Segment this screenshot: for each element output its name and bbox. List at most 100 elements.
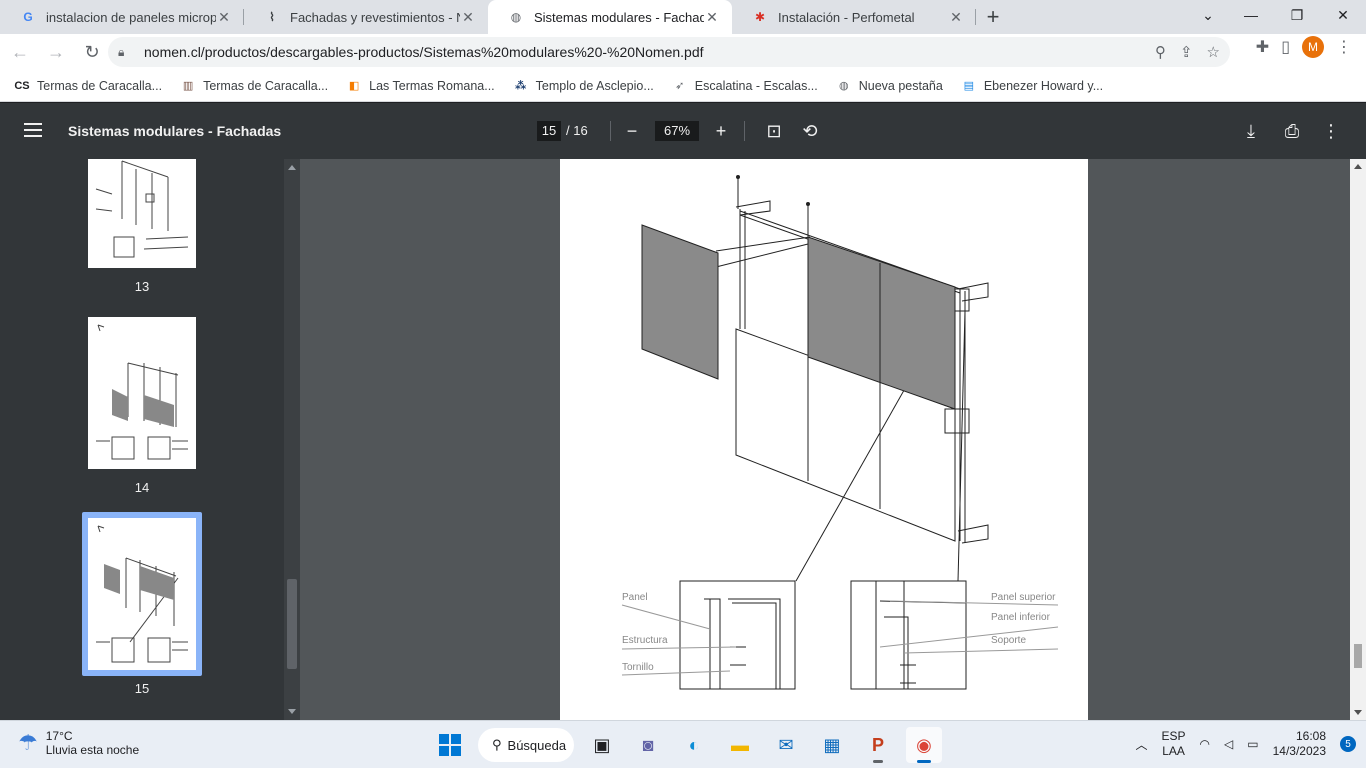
teams-icon: ◙	[642, 734, 654, 755]
sidebar-scrollbar[interactable]	[284, 159, 300, 720]
weather-widget[interactable]: ☂ 17°C Lluvia esta noche	[18, 729, 139, 757]
search-icon: ⚲	[492, 737, 502, 752]
divider	[610, 121, 611, 141]
close-icon[interactable]: ✕	[948, 9, 964, 26]
page-thumbnail-13[interactable]	[88, 159, 196, 268]
bird-icon: ➶	[675, 80, 685, 92]
store-button[interactable]: ▦	[814, 727, 850, 763]
task-view-button[interactable]: ▣	[584, 727, 620, 763]
globe-icon: ◍	[510, 10, 522, 24]
edge-icon: ◐	[688, 734, 700, 755]
page-scrollbar[interactable]	[1350, 159, 1366, 720]
battery-icon[interactable]: ▭	[1247, 737, 1258, 751]
bookmark-label: Escalatina - Escalas...	[694, 78, 818, 93]
clock[interactable]: 16:08 14/3/2023	[1273, 729, 1326, 759]
folder-icon: ▬	[731, 734, 749, 755]
tab-instalacion-paneles[interactable]: G instalacion de paneles microperfo ✕	[0, 0, 244, 34]
language-indicator[interactable]: ESP LAA	[1162, 729, 1186, 759]
close-icon[interactable]: ✕	[460, 9, 476, 26]
share-icon[interactable]: ⇪	[1180, 43, 1193, 61]
document-title: Sistemas modulares - Fachadas	[68, 123, 282, 139]
edge-button[interactable]: ◐	[676, 727, 712, 763]
print-icon[interactable]: ⎙	[1280, 119, 1304, 143]
scrollbar-thumb[interactable]	[287, 579, 297, 669]
time: 16:08	[1295, 729, 1326, 743]
orange-icon: ◧	[348, 80, 360, 92]
close-icon[interactable]: ✕	[704, 9, 720, 26]
wifi-icon[interactable]: ◠	[1200, 737, 1210, 751]
bookmark-item[interactable]: ◍ Nueva pestaña	[836, 78, 943, 94]
tab-search-icon[interactable]: ⌄	[1188, 0, 1228, 30]
rotate-icon[interactable]: ⟲	[798, 119, 822, 143]
thumbnail-label: 13	[134, 279, 150, 294]
fit-page-icon[interactable]: ⊡	[762, 119, 786, 143]
notification-badge[interactable]: 5	[1340, 736, 1356, 752]
scroll-up-arrow[interactable]	[1354, 164, 1362, 169]
address-bar[interactable]: 🔒︎ nomen.cl/productos/descargables-produ…	[108, 37, 1230, 67]
scroll-up-arrow[interactable]	[288, 165, 296, 170]
menu-icon[interactable]: ⋮	[1336, 37, 1352, 57]
bookmark-star-icon[interactable]: ☆	[1207, 43, 1220, 61]
more-options-icon[interactable]: ⋮	[1319, 119, 1343, 143]
zoom-out-icon[interactable]: −	[620, 119, 644, 143]
lock-icon[interactable]: 🔒︎	[118, 45, 138, 60]
bookmark-item[interactable]: ◧ Las Termas Romana...	[346, 78, 495, 94]
book-icon: ▤	[963, 80, 975, 92]
bookmark-item[interactable]: ▥ Termas de Caracalla...	[180, 78, 328, 94]
back-button[interactable]: ←	[4, 36, 36, 68]
chrome-button[interactable]: ◉	[906, 727, 942, 763]
tab-title: Instalación - Perfometal	[778, 9, 915, 25]
store-icon: ▦	[823, 734, 841, 755]
zoom-icon[interactable]: ⚲	[1155, 43, 1166, 61]
reload-button[interactable]: ↻	[76, 36, 108, 68]
bookmark-item[interactable]: CS Termas de Caracalla...	[14, 78, 162, 94]
teams-button[interactable]: ◙	[630, 727, 666, 763]
download-icon[interactable]: ⤓	[1239, 119, 1263, 143]
rain-icon: ☂	[18, 730, 38, 755]
tab-fachadas-revestimientos[interactable]: ⌇ Fachadas y revestimientos - Nom ✕	[244, 0, 488, 34]
label-soporte: Soporte	[991, 635, 1026, 646]
label-tornillo: Tornillo	[622, 662, 654, 673]
label-panel-superior: Panel superior	[991, 592, 1056, 603]
forward-button[interactable]: →	[40, 36, 72, 68]
scrollbar-thumb[interactable]	[1354, 644, 1362, 668]
menu-icon[interactable]	[24, 123, 42, 137]
page-thumbnail-14[interactable]	[88, 317, 196, 469]
close-window-button[interactable]: ✕	[1320, 0, 1366, 30]
mail-icon: ✉	[778, 734, 794, 755]
powerpoint-button[interactable]: P	[860, 727, 896, 763]
volume-icon[interactable]: ◁	[1224, 737, 1233, 751]
pdf-viewport[interactable]: Panel Estructura Tornillo Panel superior…	[300, 159, 1366, 720]
task-view-icon: ▣	[593, 734, 611, 755]
restore-button[interactable]: ❐	[1274, 0, 1320, 30]
start-button[interactable]	[432, 727, 468, 763]
extensions-icon[interactable]: ✚	[1256, 37, 1269, 57]
profile-avatar[interactable]: M	[1302, 36, 1324, 58]
page-thumbnail-15[interactable]	[88, 518, 196, 670]
nomen-icon: ⌇	[269, 10, 275, 24]
page-number-input[interactable]: 15	[537, 121, 561, 141]
taskbar-search[interactable]: ⚲ Búsqueda	[478, 728, 574, 762]
search-label: Búsqueda	[507, 737, 567, 753]
bookmark-label: Ebenezer Howard y...	[983, 78, 1104, 93]
zoom-input[interactable]: 67%	[655, 121, 699, 141]
scroll-down-arrow[interactable]	[288, 709, 296, 714]
powerpoint-icon: P	[871, 734, 884, 755]
tab-instalacion-perfometal[interactable]: ✱ Instalación - Perfometal ✕	[732, 0, 976, 34]
minimize-button[interactable]: —	[1228, 0, 1274, 30]
bookmark-item[interactable]: ➶ Escalatina - Escalas...	[672, 78, 818, 94]
file-explorer-button[interactable]: ▬	[722, 727, 758, 763]
tab-sistemas-modulares[interactable]: ◍ Sistemas modulares - Fachadas ✕	[488, 0, 732, 34]
scroll-down-arrow[interactable]	[1354, 710, 1362, 715]
zoom-in-icon[interactable]: +	[709, 119, 733, 143]
side-panel-icon[interactable]: ▯	[1281, 37, 1290, 57]
windows-taskbar: ☂ 17°C Lluvia esta noche ⚲ Búsqueda ▣ ◙ …	[0, 720, 1366, 768]
new-tab-button[interactable]: +	[976, 0, 1010, 34]
mail-button[interactable]: ✉	[768, 727, 804, 763]
close-icon[interactable]: ✕	[216, 9, 232, 26]
bookmark-item[interactable]: ▤ Ebenezer Howard y...	[961, 78, 1103, 94]
label-panel: Panel	[622, 592, 648, 603]
bookmark-item[interactable]: ⁂ Templo de Asclepio...	[513, 78, 654, 94]
chevron-up-icon[interactable]: ︿	[1136, 736, 1148, 753]
bookmark-label: Las Termas Romana...	[369, 78, 495, 93]
